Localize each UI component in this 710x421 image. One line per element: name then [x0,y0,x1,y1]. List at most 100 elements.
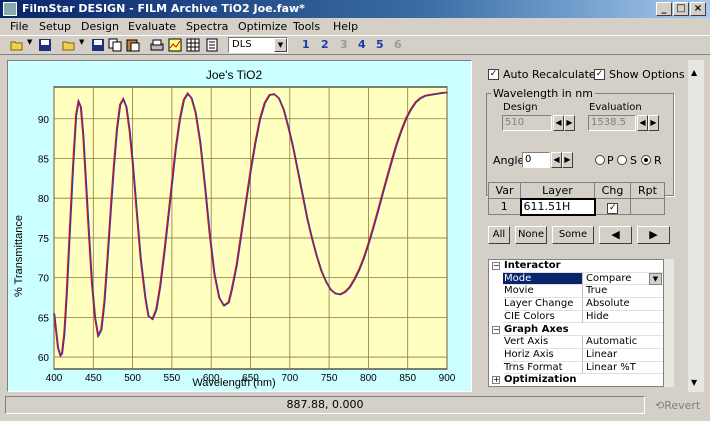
revert-button[interactable]: ⟲Revert [655,399,700,412]
angle-spinner[interactable]: ◀ ▶ [551,152,573,168]
y-tick-label: 90 [38,115,50,126]
property-name: Layer Change [503,298,583,311]
show-options-checkbox[interactable]: ✓ [594,69,605,80]
y-axis-label: % Transmittance [13,215,25,297]
plot-panel[interactable]: Joe's TiO2 400 450 500 550 600 650 700 750 800 85… [7,60,472,392]
layer-cell[interactable]: 611.51H [519,197,596,216]
angle-field[interactable]: 0 [522,152,550,168]
grid-category[interactable]: + Optimization [489,374,663,386]
chevron-down-icon[interactable]: ▼ [274,38,287,52]
menu-file[interactable]: File [10,18,28,35]
menu-setup[interactable]: Setup [39,18,71,35]
chg-checkbox[interactable]: ✓ [607,202,619,214]
status-bar: 887.88, 0.000 [5,396,645,414]
property-value[interactable]: Hide [583,311,663,324]
window-title: FilmStar DESIGN - FILM Archive TiO2 Joe.… [22,2,305,15]
grid-category[interactable]: − Interactor [489,260,663,273]
menu-optimize[interactable]: Optimize [238,18,287,35]
x-tick-label: 400 [46,373,63,384]
paste-icon[interactable] [126,38,140,52]
select-all-button[interactable]: All [488,226,510,244]
evaluation-wavelength-field[interactable]: 1538.5 [588,115,636,131]
scroll-up-icon[interactable]: ▲ [691,68,697,77]
plot-button-4[interactable]: 4 [358,38,366,51]
menu-design[interactable]: Design [81,18,119,35]
chg-cell[interactable]: ✓ [594,198,631,215]
plot-button-1[interactable]: 1 [302,38,310,51]
transmittance-chart[interactable]: Joe's TiO2 400 450 500 550 600 650 700 750 800 85… [8,61,471,391]
property-name: Graph Axes [503,324,663,337]
rpt-cell[interactable] [630,198,665,215]
menu-help[interactable]: Help [333,18,358,35]
x-tick-label: 850 [399,373,416,384]
open-folder-2-icon[interactable] [62,38,76,52]
evaluation-spinner[interactable]: ◀ ▶ [637,115,659,131]
x-tick-label: 900 [439,373,456,384]
property-value[interactable]: Automatic [583,336,663,349]
property-value[interactable]: Linear [583,349,663,362]
polarization-s-radio[interactable] [617,155,627,165]
collapse-icon[interactable]: − [492,325,500,334]
property-name: Horiz Axis [503,348,583,362]
design-spinner[interactable]: ◀ ▶ [553,115,575,131]
table-row[interactable]: Movie True [489,285,663,299]
menu-tools[interactable]: Tools [293,18,320,35]
options-property-grid[interactable]: − Interactor Mode Compare ▼ Movie True Layer Ch… [488,259,664,387]
notes-icon[interactable] [205,38,219,52]
plot-button-5[interactable]: 5 [376,38,384,51]
table-row[interactable]: Layer Change Absolute [489,298,663,311]
x-axis-label: Wavelength (nm) [192,377,275,389]
auto-recalc-checkbox[interactable]: ✓ [488,69,499,80]
maximize-button[interactable]: □ [673,2,689,16]
property-value[interactable]: True [583,285,663,299]
method-select[interactable]: DLS ▼ [228,37,288,53]
save-2-icon[interactable] [91,38,105,52]
panel-scrollbar[interactable]: ▲ ▼ [688,60,704,392]
x-tick-label: 450 [85,373,102,384]
property-value[interactable]: Absolute [583,298,663,311]
x-tick-label: 700 [281,373,298,384]
table-icon[interactable] [186,38,200,52]
table-row[interactable]: CIE Colors Hide [489,310,663,324]
property-value[interactable]: Linear %T [583,362,663,375]
select-none-button[interactable]: None [515,226,547,244]
table-row[interactable]: Horiz Axis Linear [489,348,663,362]
save-icon[interactable] [38,38,52,52]
grid-category[interactable]: − Graph Axes [489,324,663,337]
expand-icon[interactable]: + [492,376,500,385]
prev-layer-button[interactable]: ◀ [599,226,632,244]
y-tick-label: 75 [38,234,50,245]
cursor-coordinates: 887.88, 0.000 [286,398,364,411]
menu-spectra[interactable]: Spectra [186,18,228,35]
table-row[interactable]: Trns Format Linear %T [489,361,663,375]
table-row[interactable]: Vert Axis Automatic [489,336,663,349]
chevron-down-icon[interactable]: ▼ [649,272,662,285]
menu-evaluate[interactable]: Evaluate [128,18,176,35]
wavelength-group-title: Wavelength in nm [491,87,595,100]
copy-icon[interactable] [108,38,122,52]
plot-button-3[interactable]: 3 [340,38,348,51]
scroll-down-icon[interactable]: ▼ [691,378,697,387]
method-select-value: DLS [232,39,252,50]
table-row[interactable]: 1 611.51H ✓ [488,197,665,216]
col-chg: Chg [594,182,631,199]
property-grid-scrollbar[interactable] [664,259,674,387]
select-some-button[interactable]: Some [552,226,594,244]
plot-button-2[interactable]: 2 [321,38,329,51]
polarization-r-radio[interactable] [641,155,651,165]
property-name: Trns Format [503,361,583,375]
polarization-p-radio[interactable] [595,155,605,165]
y-tick-label: 80 [38,194,50,205]
property-name: CIE Colors [503,310,583,324]
design-wavelength-field[interactable]: 510 [502,115,552,131]
table-row[interactable]: Mode Compare ▼ [489,272,663,286]
print-icon[interactable] [150,38,164,52]
close-button[interactable]: × [690,2,706,16]
chart-icon[interactable] [168,38,182,52]
minimize-button[interactable]: _ [656,2,672,16]
app-icon[interactable] [3,2,17,16]
collapse-icon[interactable]: − [492,262,500,270]
plot-button-6[interactable]: 6 [394,38,402,51]
open-folder-icon[interactable] [10,38,24,52]
next-layer-button[interactable]: ▶ [637,226,670,244]
